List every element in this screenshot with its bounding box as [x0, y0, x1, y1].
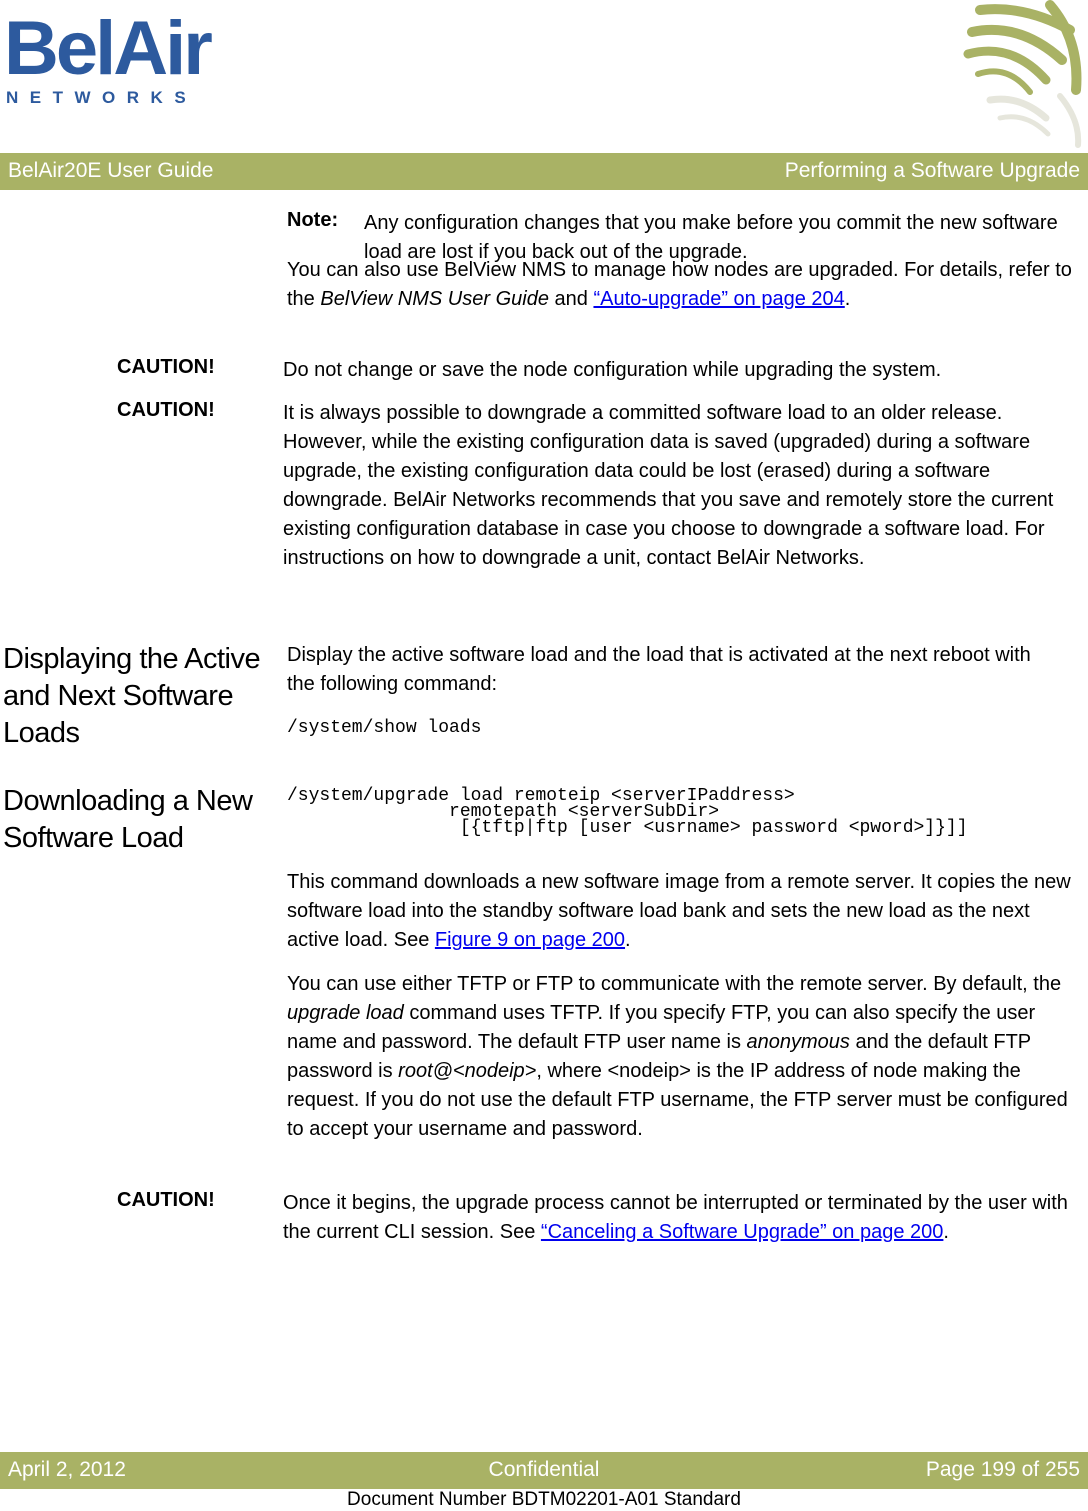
- root-nodeip-term: root@<nodeip>: [398, 1060, 537, 1082]
- display-loads-text: Display the active software load and the…: [287, 644, 1031, 695]
- caution-text-end: .: [943, 1221, 949, 1243]
- download-description: This command downloads a new software im…: [287, 868, 1085, 955]
- figure-9-link[interactable]: Figure 9 on page 200: [435, 929, 625, 951]
- belview-guide-title: BelView NMS User Guide: [320, 288, 549, 310]
- belview-text-end: .: [844, 288, 851, 310]
- section-heading-display-loads: Displaying the Active and Next Software …: [3, 643, 261, 749]
- show-loads-command: /system/show loads: [287, 718, 482, 738]
- upgrade-load-command: /system/upgrade load remoteip <serverIPa…: [287, 787, 968, 838]
- belair-logo: BelAir NETWORKS: [2, 11, 213, 108]
- page-header: BelAir20E User Guide Performing a Softwa…: [0, 153, 1088, 190]
- auto-upgrade-link[interactable]: “Auto-upgrade” on page 204: [593, 288, 844, 310]
- tftp-ftp-paragraph: You can use either TFTP or FTP to commun…: [287, 970, 1085, 1144]
- section-heading-download-load: Downloading a New Software Load: [3, 785, 253, 854]
- download-text-end: .: [625, 929, 631, 951]
- caution-label: CAUTION!: [117, 399, 215, 421]
- document-number: Document Number BDTM02201-A01 Standard: [347, 1489, 741, 1510]
- belview-text-mid: and: [548, 288, 594, 310]
- caution-text: It is always possible to downgrade a com…: [283, 402, 1054, 569]
- logo-wordmark: BelAir: [4, 6, 213, 91]
- code-line: [{tftp|ftp [user <usrname> password <pwo…: [287, 818, 968, 838]
- caution-text: Do not change or save the node configura…: [283, 359, 942, 381]
- ftp-text: You can use either TFTP or FTP to commun…: [287, 973, 1062, 995]
- note-label: Note:: [287, 209, 339, 231]
- footer-page-number: Page 199 of 255: [925, 1458, 1080, 1481]
- anonymous-term: anonymous: [746, 1031, 850, 1053]
- logo-subtitle: NETWORKS: [6, 88, 198, 107]
- belview-paragraph: You can also use BelView NMS to manage h…: [287, 256, 1085, 314]
- caution-text: Once it begins, the upgrade process cann…: [283, 1189, 1085, 1247]
- caution-label: CAUTION!: [117, 356, 215, 378]
- caution-label: CAUTION!: [117, 1189, 215, 1211]
- swoosh-logo-icon: [963, 0, 1082, 148]
- canceling-upgrade-link[interactable]: “Canceling a Software Upgrade” on page 2…: [541, 1221, 943, 1243]
- header-guide-title: BelAir20E User Guide: [8, 159, 214, 182]
- page-footer: April 2, 2012 Confidential Page 199 of 2…: [0, 1452, 1088, 1489]
- footer-confidential: Confidential: [488, 1458, 600, 1481]
- download-text: This command downloads a new software im…: [287, 871, 1071, 951]
- upgrade-load-term: upgrade load: [287, 1002, 404, 1024]
- header-chapter-title: Performing a Software Upgrade: [784, 159, 1080, 182]
